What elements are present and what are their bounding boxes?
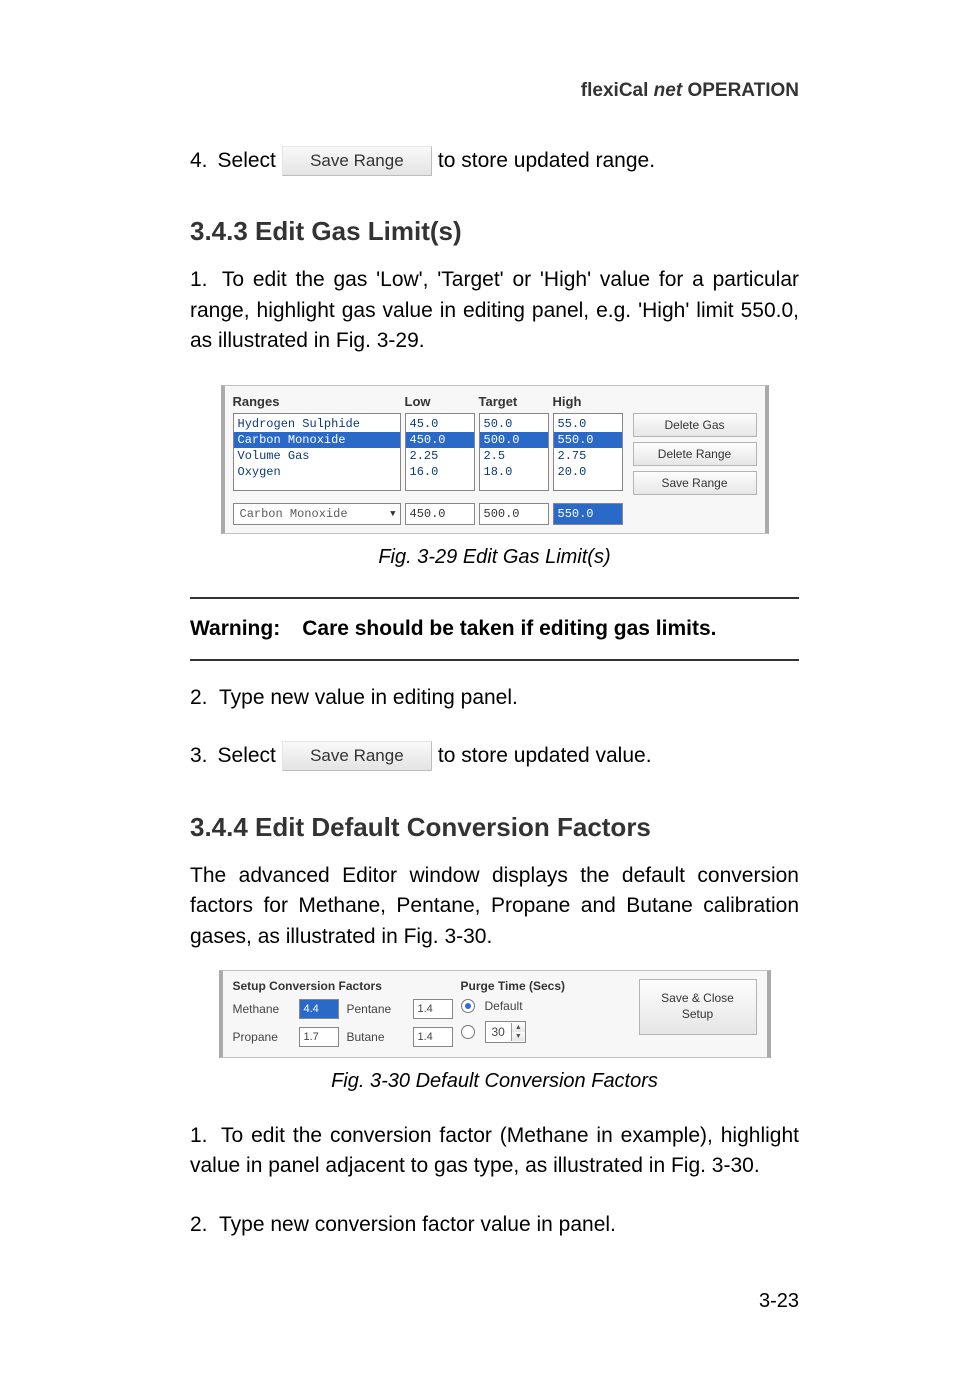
sec344-step2-text: Type new conversion factor value in pane… <box>219 1213 616 1236</box>
high-listbox[interactable]: 55.0 550.0 2.75 20.0 <box>553 413 623 491</box>
spinner-down-icon[interactable]: ▼ <box>512 1032 525 1041</box>
factors-title: Setup Conversion Factors <box>233 979 453 993</box>
warning-rule-bottom <box>190 659 799 661</box>
sec343-step3-pre: Select <box>218 741 276 771</box>
page-number: 3-23 <box>190 1290 799 1313</box>
target-2: 2.5 <box>484 449 506 463</box>
high-2: 2.75 <box>558 449 587 463</box>
sec344-step2: 2. Type new conversion factor value in p… <box>190 1210 799 1240</box>
high-3: 20.0 <box>558 465 587 479</box>
low-2: 2.25 <box>410 449 439 463</box>
gas-select[interactable]: Carbon Monoxide ▼ <box>233 503 401 525</box>
low-0: 45.0 <box>410 417 439 431</box>
purge-default-radio[interactable] <box>461 999 475 1013</box>
butane-label: Butane <box>347 1030 405 1044</box>
warning-row: Warning: Care should be taken if editing… <box>190 617 799 641</box>
sec344-step1: 1. To edit the conversion factor (Methan… <box>190 1121 799 1182</box>
purge-custom-spinner[interactable]: 30 ▲ ▼ <box>485 1021 526 1043</box>
target-1: 500.0 <box>480 432 548 448</box>
step-4-number: 4. <box>190 146 208 176</box>
figure-3-30: Setup Conversion Factors Methane 4.4 Pen… <box>219 970 771 1058</box>
header-brand-italic: net <box>654 80 683 101</box>
gas-select-value: Carbon Monoxide <box>240 507 348 521</box>
spinner-up-icon[interactable]: ▲ <box>512 1023 525 1032</box>
range-row-0[interactable]: Hydrogen Sulphide <box>238 417 360 431</box>
save-close-setup-button[interactable]: Save & Close Setup <box>639 979 757 1035</box>
propane-label: Propane <box>233 1030 291 1044</box>
sec343-step1-num: 1. <box>190 268 208 291</box>
butane-input[interactable]: 1.4 <box>413 1027 453 1047</box>
target-0: 50.0 <box>484 417 513 431</box>
figure-3-29-caption: Fig. 3-29 Edit Gas Limit(s) <box>190 546 799 569</box>
section-344-title: 3.4.4 Edit Default Conversion Factors <box>190 812 799 843</box>
sec343-step1-text: To edit the gas 'Low', 'Target' or 'High… <box>190 268 799 352</box>
range-row-3[interactable]: Oxygen <box>238 465 281 479</box>
step-4-post: to store updated range. <box>438 146 655 176</box>
edit-high-input[interactable]: 550.0 <box>553 503 623 525</box>
edit-target-input[interactable]: 500.0 <box>479 503 549 525</box>
edit-low-input[interactable]: 450.0 <box>405 503 475 525</box>
sec343-step2-text: Type new value in editing panel. <box>219 686 518 709</box>
pentane-input[interactable]: 1.4 <box>413 999 453 1019</box>
delete-range-button[interactable]: Delete Range <box>633 442 757 466</box>
propane-input[interactable]: 1.7 <box>299 1027 339 1047</box>
target-listbox[interactable]: 50.0 500.0 2.5 18.0 <box>479 413 549 491</box>
figure-3-30-caption: Fig. 3-30 Default Conversion Factors <box>190 1070 799 1093</box>
save-close-line1: Save & Close <box>661 991 734 1007</box>
purge-title: Purge Time (Secs) <box>461 979 631 993</box>
sec343-step2-num: 2. <box>190 686 208 709</box>
section-343-title: 3.4.3 Edit Gas Limit(s) <box>190 216 799 247</box>
warning-rule-top <box>190 597 799 599</box>
figure-3-29: Ranges Low Target High Hydrogen Sulphide… <box>221 385 769 534</box>
high-1: 550.0 <box>554 432 622 448</box>
th-low: Low <box>405 392 475 413</box>
sec344-step2-num: 2. <box>190 1213 208 1236</box>
sec343-step3: 3. Select Save Range to store updated va… <box>190 741 799 771</box>
header-section: OPERATION <box>687 80 799 101</box>
save-range-button[interactable]: Save Range <box>633 471 757 495</box>
methane-label: Methane <box>233 1002 291 1016</box>
low-1: 450.0 <box>406 432 474 448</box>
range-row-2[interactable]: Volume Gas <box>238 449 310 463</box>
warning-label: Warning: <box>190 617 280 641</box>
chevron-down-icon[interactable]: ▼ <box>388 509 397 519</box>
ranges-listbox[interactable]: Hydrogen Sulphide Carbon Monoxide Volume… <box>233 413 401 491</box>
page-header: flexiCal net OPERATION <box>190 80 799 102</box>
sec343-step2: 2. Type new value in editing panel. <box>190 683 799 713</box>
save-close-line2: Setup <box>682 1007 713 1023</box>
th-ranges: Ranges <box>233 392 401 413</box>
step-4-pre: Select <box>218 146 276 176</box>
sec343-step3-post: to store updated value. <box>438 741 652 771</box>
sec344-intro: The advanced Editor window displays the … <box>190 861 799 952</box>
sec343-step1: 1. To edit the gas 'Low', 'Target' or 'H… <box>190 265 799 356</box>
th-target: Target <box>479 392 549 413</box>
target-3: 18.0 <box>484 465 513 479</box>
sec343-step3-num: 3. <box>190 741 208 771</box>
methane-input[interactable]: 4.4 <box>299 999 339 1019</box>
sec344-step1-num: 1. <box>190 1124 208 1147</box>
low-listbox[interactable]: 45.0 450.0 2.25 16.0 <box>405 413 475 491</box>
save-range-button-inline-1: Save Range <box>282 146 432 176</box>
warning-text: Care should be taken if editing gas limi… <box>302 617 716 641</box>
low-3: 16.0 <box>410 465 439 479</box>
th-high: High <box>553 392 623 413</box>
save-range-button-inline-2: Save Range <box>282 741 432 771</box>
purge-custom-radio[interactable] <box>461 1025 475 1039</box>
purge-custom-value: 30 <box>486 1025 511 1039</box>
sec344-step1-text: To edit the conversion factor (Methane i… <box>190 1124 799 1177</box>
step-4: 4. Select Save Range to store updated ra… <box>190 146 799 176</box>
purge-default-label: Default <box>485 999 523 1013</box>
pentane-label: Pentane <box>347 1002 405 1016</box>
delete-gas-button[interactable]: Delete Gas <box>633 413 757 437</box>
header-brand: flexiCal <box>581 80 649 101</box>
high-0: 55.0 <box>558 417 587 431</box>
range-row-1[interactable]: Carbon Monoxide <box>234 432 400 448</box>
